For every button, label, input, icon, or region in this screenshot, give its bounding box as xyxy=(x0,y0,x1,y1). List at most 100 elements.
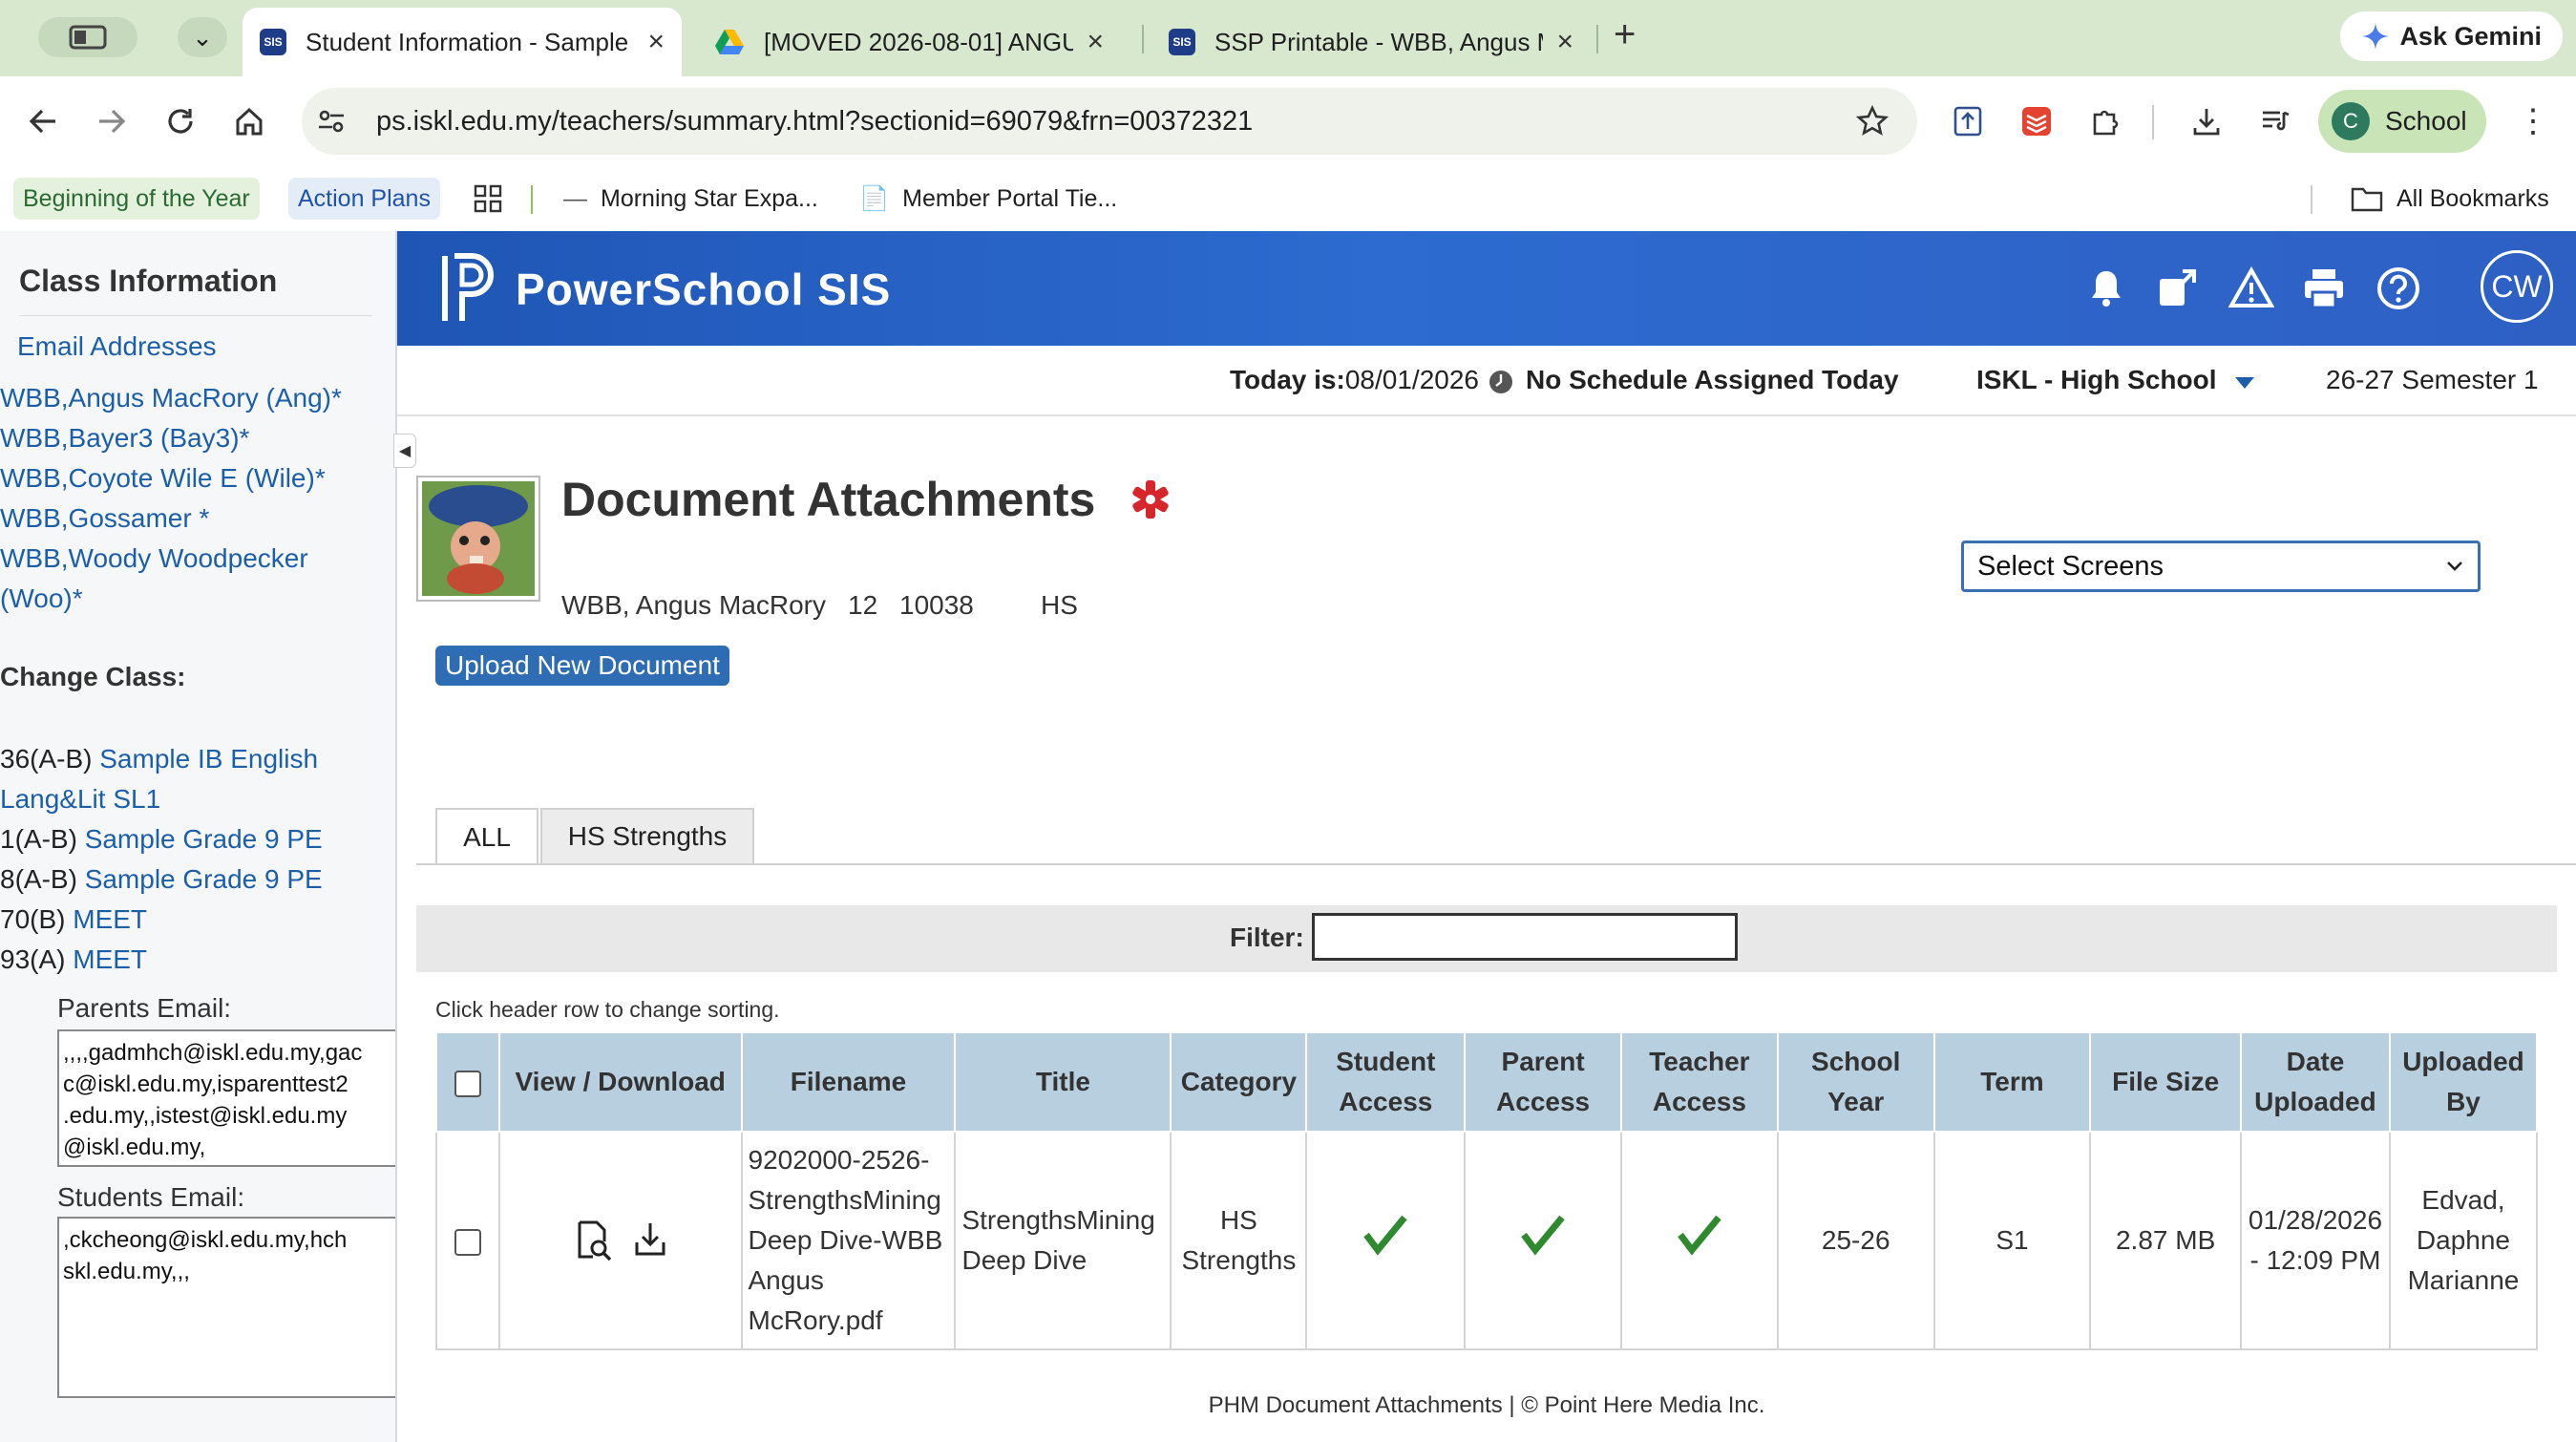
back-button[interactable] xyxy=(19,97,67,145)
column-school-year[interactable]: School Year xyxy=(1776,1031,1935,1133)
student-link-continued[interactable]: (Woo)* xyxy=(0,579,83,619)
class-link[interactable]: Sample Grade 9 PE xyxy=(85,824,323,854)
preview-document-icon[interactable] xyxy=(572,1219,614,1262)
new-tab-button[interactable]: + xyxy=(1614,13,1636,56)
media-controls-icon[interactable] xyxy=(2255,101,2295,141)
site-settings-icon[interactable] xyxy=(315,105,348,138)
open-external-icon[interactable] xyxy=(2154,265,2200,311)
close-tab-icon[interactable]: × xyxy=(1556,26,1573,58)
column-category[interactable]: Category xyxy=(1170,1031,1308,1133)
filter-input[interactable] xyxy=(1312,913,1738,961)
column-file-size[interactable]: File Size xyxy=(2089,1031,2242,1133)
select-all-checkbox[interactable] xyxy=(454,1070,481,1097)
extension-upload-icon[interactable] xyxy=(1948,101,1988,141)
bookmark-morning-star[interactable]: — Morning Star Expa... xyxy=(554,178,828,220)
tab-student-information[interactable]: SIS Student Information - Sample × xyxy=(243,8,682,76)
students-email-label: Students Email: xyxy=(57,1182,245,1212)
bookmarks-divider xyxy=(2311,185,2312,214)
bookmark-action-plans[interactable]: Action Plans xyxy=(288,178,440,220)
ask-gemini-button[interactable]: Ask Gemini xyxy=(2340,11,2563,61)
column-parent-access[interactable]: Parent Access xyxy=(1464,1031,1622,1133)
students-email-textarea[interactable]: ,ckcheong@iskl.edu.my,hch skl.edu.my,,, xyxy=(57,1217,395,1398)
reload-button[interactable] xyxy=(157,97,204,145)
bookmark-apps-grid[interactable] xyxy=(464,178,512,220)
student-link[interactable]: WBB,Woody Woodpecker xyxy=(0,539,308,579)
bookmark-member-portal[interactable]: 📄 Member Portal Tie... xyxy=(850,178,1127,220)
student-link[interactable]: WBB,Bayer3 (Bay3)* xyxy=(0,418,249,458)
chevron-down-icon xyxy=(2447,562,2462,571)
table-header-row[interactable]: View / Download Filename Title Category … xyxy=(435,1031,2539,1133)
column-filename[interactable]: Filename xyxy=(740,1031,957,1133)
tab-search-button[interactable] xyxy=(38,17,137,57)
bookmark-star-icon[interactable] xyxy=(1856,105,1889,138)
student-link[interactable]: WBB,Gossamer * xyxy=(0,498,209,539)
class-link[interactable]: MEET xyxy=(73,904,147,934)
parents-email-label: Parents Email: xyxy=(57,993,232,1023)
tab-title: SSP Printable - WBB, Angus M xyxy=(1214,27,1544,56)
filename-link[interactable]: 9202000-2526-StrengthsMining Deep Dive-W… xyxy=(740,1131,957,1350)
student-school: HS xyxy=(1041,590,1078,620)
extensions-puzzle-icon[interactable] xyxy=(2085,101,2125,141)
select-screens-dropdown[interactable]: Select Screens xyxy=(1961,541,2481,592)
download-icon[interactable] xyxy=(631,1219,669,1262)
powerschool-logo-icon[interactable] xyxy=(439,252,500,325)
class-link[interactable]: MEET xyxy=(73,944,147,974)
class-row: 93(A) MEET xyxy=(0,940,147,980)
all-bookmarks-button[interactable]: All Bookmarks xyxy=(2341,178,2559,220)
row-select-cell xyxy=(435,1131,500,1350)
tab-ssp-printable[interactable]: SIS SSP Printable - WBB, Angus M × xyxy=(1151,8,1591,76)
collapse-sidebar-button[interactable]: ◀ xyxy=(393,434,416,468)
page-title: Document Attachments xyxy=(561,473,1096,526)
column-term[interactable]: Term xyxy=(1932,1031,2092,1133)
home-icon xyxy=(236,107,263,136)
student-link[interactable]: WBB,Coyote Wile E (Wile)* xyxy=(0,458,326,498)
column-student-access[interactable]: Student Access xyxy=(1305,1031,1467,1133)
tab-list-button[interactable]: ⌄ xyxy=(178,17,227,57)
close-tab-icon[interactable]: × xyxy=(647,26,665,58)
tab-rule xyxy=(416,863,2576,865)
email-addresses-link[interactable]: Email Addresses xyxy=(17,327,217,367)
tab-hs-strengths[interactable]: HS Strengths xyxy=(540,808,754,863)
column-date-uploaded[interactable]: Date Uploaded xyxy=(2239,1031,2391,1133)
class-link-continued[interactable]: Lang&Lit SL1 xyxy=(0,779,160,819)
schedule-link[interactable]: No Schedule Assigned Today xyxy=(1526,365,1899,395)
forward-button[interactable] xyxy=(88,97,136,145)
row-checkbox[interactable] xyxy=(454,1228,481,1256)
class-information-heading: Class Information xyxy=(19,264,278,298)
address-bar[interactable]: ps.iskl.edu.my/teachers/summary.html?sec… xyxy=(302,88,1917,155)
class-link[interactable]: Sample IB English xyxy=(99,744,318,774)
column-view-download[interactable]: View / Download xyxy=(497,1031,743,1133)
parents-email-textarea[interactable]: ,,,,gadmhch@iskl.edu.my,gac c@iskl.edu.m… xyxy=(57,1029,395,1167)
student-name: WBB, Angus MacRory xyxy=(561,590,826,620)
column-uploaded-by[interactable]: Uploaded By xyxy=(2388,1031,2539,1133)
home-button[interactable] xyxy=(225,97,273,145)
user-avatar[interactable]: CW xyxy=(2481,250,2553,323)
tab-all[interactable]: ALL xyxy=(435,808,538,865)
close-tab-icon[interactable]: × xyxy=(1087,26,1104,58)
browser-menu-icon[interactable]: ⋮ xyxy=(2513,101,2553,141)
school-selector[interactable]: ISKL - High School xyxy=(1976,365,2216,395)
student-number: 10038 xyxy=(899,590,974,620)
term-selector[interactable]: 26-27 Semester 1 xyxy=(2326,365,2539,395)
printer-icon[interactable] xyxy=(2301,265,2347,311)
select-all-header[interactable] xyxy=(435,1031,500,1133)
notifications-bell-icon[interactable] xyxy=(2083,265,2129,311)
downloads-icon[interactable] xyxy=(2186,101,2227,141)
today-date: 08/01/2026 xyxy=(1344,365,1479,394)
column-title[interactable]: Title xyxy=(954,1031,1172,1133)
folder-icon xyxy=(2351,187,2383,212)
medical-alert-icon[interactable] xyxy=(1129,477,1172,521)
bookmark-beginning-of-year[interactable]: Beginning of the Year xyxy=(13,178,260,220)
upload-new-document-button[interactable]: Upload New Document xyxy=(435,646,729,686)
info-bar: Today is:08/01/2026 No Schedule Assigned… xyxy=(397,346,2576,416)
help-icon[interactable] xyxy=(2375,265,2421,311)
extension-todoist-icon[interactable] xyxy=(2016,101,2057,141)
tab-drive-document[interactable]: [MOVED 2026-08-01] ANGUS × xyxy=(697,8,1121,76)
student-link[interactable]: WBB,Angus MacRory (Ang)* xyxy=(0,378,342,418)
alert-warning-icon[interactable] xyxy=(2228,265,2274,311)
column-teacher-access[interactable]: Teacher Access xyxy=(1620,1031,1779,1133)
school-dropdown-caret-icon[interactable] xyxy=(2234,376,2255,390)
date-uploaded-cell: 01/28/2026 - 12:09 PM xyxy=(2239,1131,2391,1350)
class-link[interactable]: Sample Grade 9 PE xyxy=(85,864,323,894)
profile-button[interactable]: C School xyxy=(2318,90,2486,153)
